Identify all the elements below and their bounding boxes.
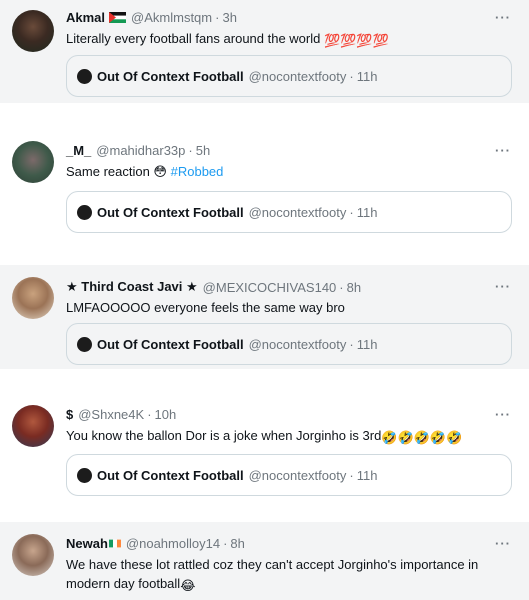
avatar[interactable] [12, 10, 54, 52]
quote-author-handle: @nocontextfooty [248, 68, 347, 84]
author-handle[interactable]: @MEXICOCHIVAS140 [203, 280, 337, 295]
tweet-text: Literally every football fans around the… [66, 29, 507, 50]
quote-timestamp: 11h [356, 336, 378, 352]
author-name[interactable]: $ [66, 407, 73, 422]
avatar[interactable] [12, 277, 54, 319]
separator-dot: · [223, 536, 228, 551]
author-name[interactable]: Akmal [66, 10, 105, 25]
quote-avatar [77, 336, 92, 352]
author-name[interactable]: Newah [66, 536, 108, 551]
timestamp[interactable]: 5h [196, 143, 210, 158]
quote-author-handle: @nocontextfooty [248, 204, 347, 220]
quoted-tweet[interactable]: Out Of Context Football @nocontextfooty … [66, 191, 512, 233]
tweet-text-content: Same reaction 😳 [66, 164, 171, 179]
quote-author-name: Out Of Context Football [97, 204, 244, 220]
emoji: 💯💯💯💯 [323, 33, 389, 48]
quote-timestamp: 11h [356, 68, 378, 84]
tweet-text-content: Literally every football fans around the… [66, 31, 324, 46]
hashtag-link[interactable]: #Robbed [171, 164, 224, 179]
more-icon[interactable]: ··· [495, 407, 511, 422]
quote-avatar [77, 204, 92, 220]
quote-timestamp: 11h [356, 204, 378, 220]
tweet-text-content: You know the ballon Dor is a joke when J… [66, 428, 382, 443]
quote-avatar [77, 467, 92, 483]
author-handle[interactable]: @mahidhar33p [96, 143, 185, 158]
tweet-card[interactable]: _M_ @mahidhar33p · 5h ··· Same reaction … [0, 131, 529, 249]
tweet-text: We have these lot rattled coz they can't… [66, 555, 507, 595]
ireland-flag-icon [108, 539, 121, 548]
timestamp[interactable]: 10h [155, 407, 177, 422]
separator-dot: · [188, 143, 193, 158]
quote-author-name: Out Of Context Football [97, 467, 244, 483]
more-icon[interactable]: ··· [495, 536, 511, 551]
tweet-text-content: We have these lot rattled coz they can't… [66, 557, 479, 591]
separator-dot: · [349, 68, 354, 84]
author-handle[interactable]: @Shxne4K [78, 407, 144, 422]
tweet-text: You know the ballon Dor is a joke when J… [66, 426, 507, 447]
avatar[interactable] [12, 405, 54, 447]
quote-author-handle: @nocontextfooty [248, 467, 347, 483]
separator-dot: · [339, 279, 344, 295]
palestine-flag-icon [109, 12, 127, 23]
separator-dot: · [147, 407, 152, 422]
tweet-text: LMFAOOOOO everyone feels the same way br… [66, 298, 507, 317]
tweet-card[interactable]: $ @Shxne4K · 10h ··· You know the ballon… [0, 395, 529, 505]
quoted-tweet[interactable]: Out Of Context Football @nocontextfooty … [66, 323, 512, 365]
tweet-text: Same reaction 😳 #Robbed [66, 162, 507, 181]
author-handle[interactable]: @Akmlmstqm [131, 10, 212, 25]
avatar[interactable] [12, 141, 54, 183]
tweet-text-content: LMFAOOOOO everyone feels the same way br… [66, 300, 345, 315]
more-icon[interactable]: ··· [495, 143, 511, 158]
quote-author-name: Out Of Context Football [97, 336, 244, 352]
separator-dot: · [349, 204, 354, 220]
timestamp[interactable]: 8h [230, 536, 244, 551]
quoted-tweet[interactable]: Out Of Context Football @nocontextfooty … [66, 55, 512, 97]
more-icon[interactable]: ··· [495, 279, 511, 294]
quoted-tweet[interactable]: Out Of Context Football @nocontextfooty … [66, 454, 512, 496]
quote-author-handle: @nocontextfooty [248, 336, 347, 352]
author-handle[interactable]: @noahmolloy14 [126, 536, 220, 551]
tweet-card[interactable]: Akmal @Akmlmstqm · 3h ··· Literally ever… [0, 0, 529, 103]
separator-dot: · [349, 336, 354, 352]
tweet-card[interactable]: ★ Third Coast Javi ★ @MEXICOCHIVAS140 · … [0, 265, 529, 369]
avatar[interactable] [12, 534, 54, 576]
timestamp[interactable]: 3h [222, 10, 236, 25]
emoji: 🤣🤣🤣🤣🤣 [381, 430, 463, 445]
tweet-feed: Akmal @Akmlmstqm · 3h ··· Literally ever… [0, 0, 529, 600]
emoji: 😂 [180, 578, 196, 593]
timestamp[interactable]: 8h [347, 280, 361, 295]
quote-timestamp: 11h [356, 467, 378, 483]
separator-dot: · [349, 467, 354, 483]
author-name[interactable]: ★ Third Coast Javi ★ [66, 279, 198, 295]
separator-dot: · [215, 10, 220, 25]
quote-author-name: Out Of Context Football [97, 68, 244, 84]
tweet-card[interactable]: Newah @noahmolloy14 · 8h ··· We have the… [0, 522, 529, 600]
more-icon[interactable]: ··· [495, 10, 511, 25]
quote-avatar [77, 68, 92, 84]
author-name[interactable]: _M_ [66, 143, 91, 158]
